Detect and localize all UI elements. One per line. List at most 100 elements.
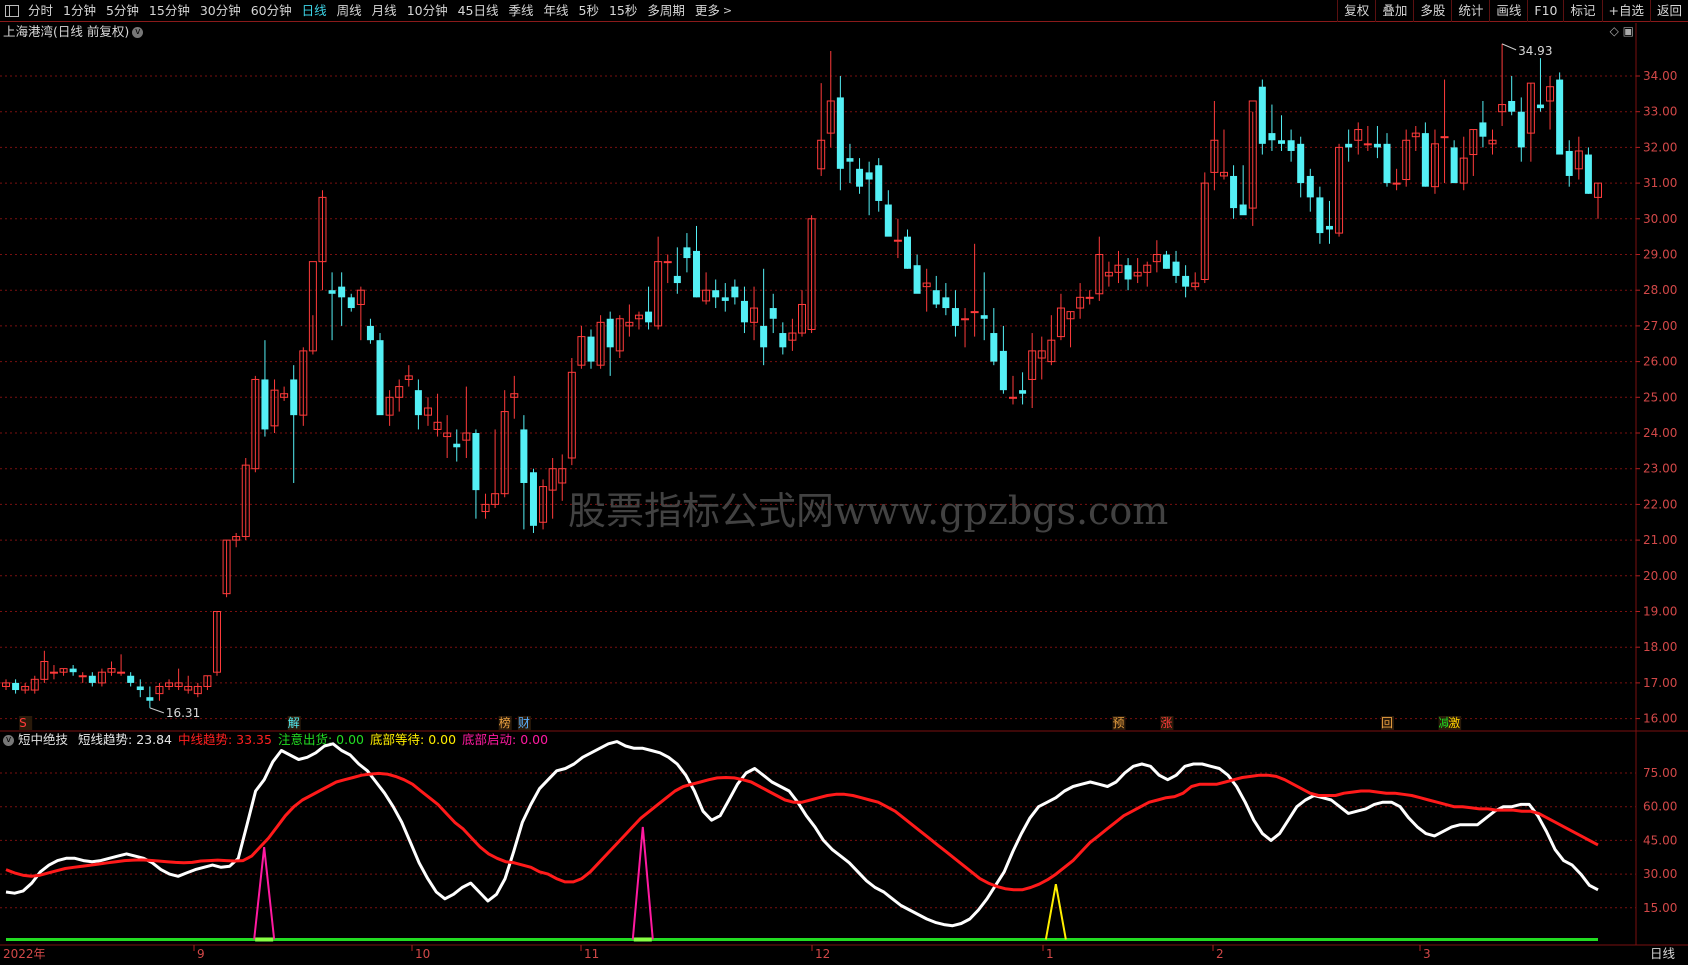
time-tick-label: 2 (1216, 947, 1224, 961)
candle-body (49, 671, 58, 674)
stock-chart[interactable]: 34.00 33.00 32.00 31.00 30.00 29.00 28.00 27.00… (0, 0, 1688, 965)
candle-body (1268, 133, 1276, 141)
event-tag: 解 (288, 716, 300, 730)
candle-body (693, 250, 701, 298)
marker-triangle (253, 847, 276, 940)
candle-body (117, 671, 126, 674)
candle-body (999, 350, 1007, 391)
candle-body (740, 300, 748, 323)
time-tick-label: 10 (415, 947, 430, 961)
marker-triangle (631, 826, 654, 940)
candle-body (961, 318, 970, 321)
price-tick-label: 20.00 (1643, 569, 1677, 583)
time-tick-label: 3 (1423, 947, 1431, 961)
candle-body (884, 204, 892, 237)
candle-body (1565, 150, 1573, 176)
candle-body (1287, 140, 1295, 151)
candle-body (1172, 261, 1180, 276)
candle-body (520, 429, 528, 483)
candle-body (1450, 147, 1458, 184)
candle-body (1230, 175, 1238, 209)
event-tag: 激 (1448, 716, 1460, 730)
price-tick-label: 34.00 (1643, 69, 1677, 83)
indicator-tick-label: 30.00 (1643, 867, 1677, 881)
candle-body (903, 236, 911, 269)
candle-body (1517, 111, 1525, 148)
price-tick-label: 25.00 (1643, 390, 1677, 404)
price-tick-label: 33.00 (1643, 105, 1677, 119)
candle-body (980, 315, 988, 319)
candle-body (69, 668, 77, 673)
price-tick-label: 18.00 (1643, 640, 1677, 654)
event-tag: 回 (1381, 716, 1393, 730)
candle-body (1182, 275, 1190, 287)
candle-body (875, 165, 883, 201)
candle-body (721, 297, 729, 301)
candle-body (1421, 133, 1429, 187)
price-tick-label: 22.00 (1643, 497, 1677, 511)
candle-body (78, 675, 87, 678)
price-tick-label: 27.00 (1643, 319, 1677, 333)
time-tick-label: 12 (815, 947, 830, 961)
min-pointer (149, 707, 165, 714)
candle-body (1162, 254, 1170, 269)
candle-body (529, 472, 537, 526)
price-tick-label: 17.00 (1643, 676, 1677, 690)
event-tag: S (19, 716, 27, 730)
price-tick-label: 26.00 (1643, 355, 1677, 369)
candle-body (1316, 197, 1324, 234)
indicator-tick-label: 15.00 (1643, 901, 1677, 915)
price-tick-label: 28.00 (1643, 283, 1677, 297)
candle-body (328, 290, 336, 294)
candle-body (1536, 104, 1544, 109)
candle-body (779, 333, 787, 348)
event-tag: 预 (1112, 716, 1124, 730)
indicator-tick-label: 60.00 (1643, 800, 1677, 814)
event-tag: 榜 (499, 715, 511, 730)
event-tag: 涨 (1160, 715, 1172, 730)
time-tick-label: 2022年 (3, 947, 46, 961)
candle-body (453, 443, 461, 448)
candle-body (1373, 143, 1381, 148)
candle-body (990, 333, 998, 362)
candle-body (951, 308, 959, 326)
candle-body (1124, 265, 1132, 280)
marker-triangle (1044, 883, 1067, 940)
candle-body (290, 379, 298, 416)
candle-body (88, 675, 96, 683)
candle-body (1085, 296, 1094, 299)
time-tick-label: 11 (584, 947, 599, 961)
candle-body (1239, 204, 1247, 216)
candle-body (1383, 143, 1391, 184)
candle-body (12, 682, 20, 691)
price-tick-label: 16.00 (1643, 712, 1677, 726)
candle-body (846, 158, 854, 162)
candle-body (366, 325, 374, 341)
candle-body (136, 686, 144, 691)
candle-body (683, 247, 691, 259)
candle-body (127, 675, 135, 683)
indicator-tick-label: 45.00 (1643, 833, 1677, 847)
price-tick-label: 30.00 (1643, 212, 1677, 226)
candle-body (146, 697, 154, 701)
candle-body (1392, 182, 1401, 185)
price-tick-label: 21.00 (1643, 533, 1677, 547)
candle-body (1278, 140, 1286, 144)
candle-body (663, 261, 672, 264)
candle-body (1363, 143, 1372, 146)
candle-body (1258, 86, 1266, 144)
candle-body (1019, 390, 1027, 394)
candle-body (913, 265, 921, 294)
watermark: 股票指标公式网www.gpzbgs.com (568, 489, 1168, 533)
price-tick-label: 24.00 (1643, 426, 1677, 440)
candle-body (1508, 100, 1516, 112)
candle-body (836, 97, 844, 169)
event-tag: 财 (518, 716, 530, 730)
candle-body (1584, 154, 1592, 194)
max-price-label: 34.93 (1518, 44, 1552, 58)
price-tick-label: 19.00 (1643, 605, 1677, 619)
candle-body (338, 286, 346, 298)
candle-body (942, 297, 950, 309)
time-tick-label: 1 (1046, 947, 1054, 961)
price-tick-label: 32.00 (1643, 140, 1677, 154)
